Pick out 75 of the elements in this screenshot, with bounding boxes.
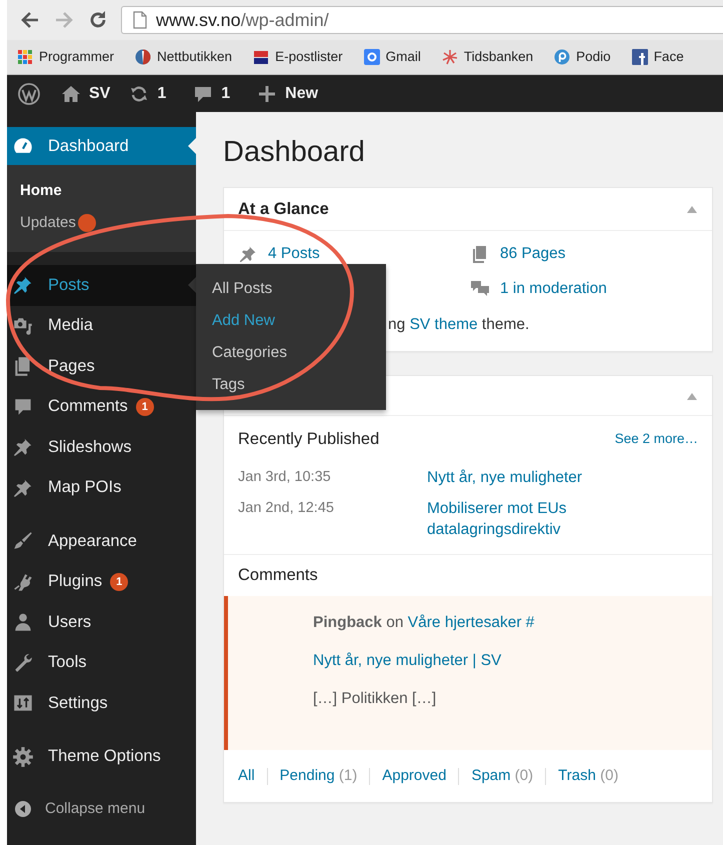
home-icon (62, 84, 80, 102)
filter-link[interactable]: Trash (0) (558, 764, 618, 788)
filter-link[interactable]: All (238, 764, 255, 788)
menu-item[interactable]: Posts (7, 265, 196, 306)
menu-item[interactable]: Slideshows (7, 427, 196, 468)
bookmark[interactable]: Nettbutikken (135, 46, 232, 68)
plus-icon (258, 84, 276, 102)
comment-excerpt: […] Politikken […] (313, 689, 438, 709)
menu-item[interactable]: Map POIs (7, 468, 196, 508)
submenu-item[interactable]: All Posts (212, 273, 272, 305)
apps-icon (17, 49, 33, 65)
bookmark[interactable]: E-postlister (253, 46, 343, 68)
comment-author-link[interactable]: Nytt år, nye muligheter | SV (313, 652, 502, 669)
new-link[interactable]: New (258, 82, 318, 106)
bookmark[interactable]: Tidsbanken (442, 46, 534, 68)
post-link[interactable]: Mobiliserer mot EUs datalagringsdirektiv (427, 498, 698, 540)
glance-link[interactable]: 1 in moderation (470, 277, 607, 301)
widget-title: At a Glance (238, 198, 329, 220)
globe-icon (135, 49, 152, 65)
toggle-arrow-icon[interactable] (686, 390, 698, 400)
see-more-link[interactable]: See 2 more… (614, 428, 698, 450)
collapse-menu-button[interactable]: Collapse menu (7, 789, 146, 829)
bookmark[interactable]: Gmail (364, 46, 421, 68)
notification-count: 1 (110, 572, 128, 591)
menu-item[interactable]: Comments 1 (7, 386, 196, 427)
pin-icon (238, 244, 258, 264)
circle-logo-icon (554, 49, 570, 65)
bookmark[interactable]: Podio (554, 46, 611, 68)
menu-item[interactable]: Media (7, 306, 196, 346)
submenu-item[interactable]: Home (20, 175, 62, 207)
glance-link[interactable]: 4 Posts (238, 242, 320, 266)
post-date: Jan 3rd, 10:35 (238, 468, 332, 487)
submenu-item[interactable]: Add New (212, 305, 275, 337)
address-field[interactable]: www.sv.no/wp-admin/ (121, 6, 723, 34)
collapse-icon (13, 799, 33, 819)
menu-item[interactable]: Tools (7, 642, 196, 683)
submenu-item[interactable]: Updates (20, 207, 96, 239)
submenu-item[interactable]: Categories (212, 337, 287, 369)
section-title: Recently Published (238, 428, 380, 450)
comments-link[interactable]: 1 (194, 82, 230, 106)
toggle-arrow-icon[interactable] (686, 204, 698, 214)
post-link[interactable]: Nytt år, nye muligheter (427, 467, 698, 488)
post-date: Jan 2nd, 12:45 (238, 499, 335, 518)
bookmark[interactable]: Programmer (17, 46, 114, 68)
page-title: Dashboard (223, 135, 366, 170)
square-logo-icon (632, 49, 648, 65)
comment-meta: Pingback on Våre hjertesaker # (313, 613, 536, 633)
filter-link[interactable]: Pending (1) (280, 764, 358, 788)
glance-link[interactable]: 86 Pages (470, 242, 566, 266)
menu-item[interactable]: Settings (7, 683, 196, 724)
filter-link[interactable]: Approved (382, 764, 446, 788)
bookmark-icon (364, 49, 380, 65)
updates-link[interactable]: 1 (130, 82, 166, 106)
menu-item[interactable]: Appearance (7, 521, 196, 562)
filter-link[interactable]: Spam (0) (471, 764, 534, 788)
menu-item[interactable]: Dashboard (7, 127, 196, 165)
starburst-icon (442, 49, 458, 65)
notification-count: 1 (136, 398, 154, 416)
section-title: Comments (237, 565, 319, 586)
menu-item[interactable]: Users (7, 602, 196, 642)
site-link[interactable]: SV (62, 82, 110, 106)
menu-item[interactable]: Pages (7, 346, 196, 386)
menu-item[interactable]: Plugins 1 (7, 562, 196, 602)
theme-link[interactable]: SV theme (410, 316, 478, 334)
post-link[interactable]: Våre hjertesaker # (408, 614, 534, 631)
wp-logo-icon[interactable] (18, 82, 40, 104)
url-text: www.sv.no/wp-admin/ (156, 8, 329, 32)
comment-icon (194, 84, 212, 102)
page-icon (132, 11, 148, 29)
submenu-item[interactable]: Tags (212, 369, 245, 401)
menu-item[interactable]: Theme Options (7, 736, 196, 777)
gear-icon (12, 746, 34, 768)
mail-icon (253, 49, 270, 65)
refresh-icon (130, 84, 148, 102)
bookmark[interactable]: Face (632, 46, 684, 68)
